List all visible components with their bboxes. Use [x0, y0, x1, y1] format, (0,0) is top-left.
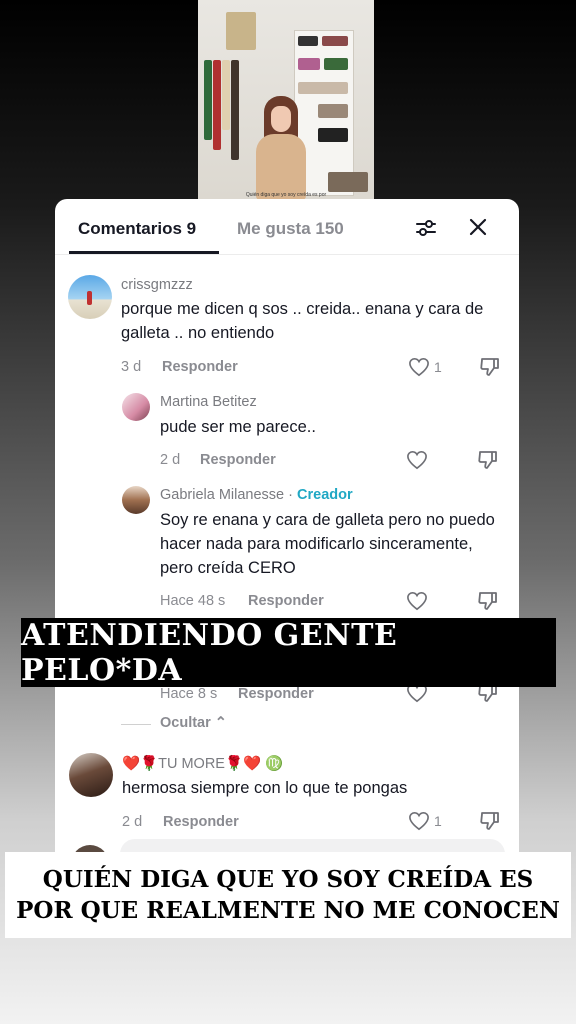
comment-text: pude ser me parece.. — [160, 418, 316, 436]
like-count: 1 — [434, 813, 442, 829]
thumbs-down-icon[interactable] — [477, 449, 499, 471]
thumbs-down-icon[interactable] — [479, 810, 501, 832]
person — [250, 96, 310, 200]
comment-username[interactable]: crissgmzzz — [121, 277, 193, 293]
overlay-banner-top: ATENDIENDO GENTE PELO*DA — [21, 618, 556, 688]
comment-time: 2 d — [160, 452, 181, 468]
heart-outline-icon[interactable] — [408, 357, 430, 377]
creator-name[interactable]: Gabriela Milanesse — [160, 487, 284, 503]
sliders-icon[interactable] — [415, 217, 437, 239]
comment-time: Hace 8 s — [160, 686, 218, 702]
heart-outline-icon[interactable] — [408, 811, 430, 831]
comment-username[interactable]: Martina Betitez — [160, 394, 257, 410]
hide-replies-button[interactable]: Ocultar ⌃ — [160, 715, 227, 731]
thumbs-down-icon[interactable] — [479, 356, 501, 378]
comment-time: 3 d — [121, 359, 142, 375]
comments-sheet: Comentarios 9 Me gusta 150 crissgmzzz po… — [55, 199, 519, 859]
tab-likes[interactable]: Me gusta 150 — [237, 219, 344, 239]
comment-username[interactable]: ❤️🌹TU MORE🌹❤️ ♍ — [122, 755, 283, 772]
shelf-item — [318, 104, 348, 118]
heart-outline-icon[interactable] — [406, 591, 428, 611]
shelf-item — [298, 58, 320, 70]
thumbs-down-icon[interactable] — [477, 590, 499, 612]
shelf-item — [324, 58, 348, 70]
avatar[interactable] — [69, 753, 113, 797]
reply-button[interactable]: Responder — [163, 814, 239, 830]
active-tab-indicator — [69, 251, 219, 254]
creator-badge: Creador — [297, 487, 353, 503]
reply-button[interactable]: Responder — [162, 359, 238, 375]
comment-time: Hace 48 s — [160, 593, 226, 609]
hide-replies-divider — [121, 724, 151, 725]
overlay-banner-bottom: QUIÉN DIGA QUE YO SOY CREÍDA ES POR QUE … — [5, 852, 571, 938]
like-count: 1 — [434, 359, 442, 375]
comments-tabs: Comentarios 9 Me gusta 150 — [55, 199, 519, 255]
reply-button[interactable]: Responder — [238, 686, 314, 702]
shelf-item — [318, 128, 348, 142]
comment-username[interactable]: Gabriela Milanesse · Creador — [160, 487, 353, 503]
avatar[interactable] — [122, 393, 150, 421]
shelf-item — [322, 36, 348, 46]
close-icon[interactable] — [468, 217, 488, 237]
comment-text: porque me dicen q sos .. creida.. enana … — [121, 300, 484, 342]
comment-text: Soy re enana y cara de galleta pero no p… — [160, 511, 495, 577]
reply-button[interactable]: Responder — [200, 452, 276, 468]
avatar[interactable] — [68, 275, 112, 319]
video-preview[interactable]: Quién diga que yo soy creída es por — [198, 0, 374, 200]
avatar[interactable] — [122, 486, 150, 514]
clothes-rack — [204, 60, 244, 200]
tab-comments[interactable]: Comentarios 9 — [78, 219, 196, 239]
wall-poster — [226, 12, 256, 50]
reply-button[interactable]: Responder — [248, 593, 324, 609]
shelf-item — [298, 36, 318, 46]
shelf-item — [328, 172, 368, 192]
heart-outline-icon[interactable] — [406, 450, 428, 470]
comment-text: hermosa siempre con lo que te pongas — [122, 779, 408, 797]
comment-time: 2 d — [122, 814, 143, 830]
shelf-item — [298, 82, 348, 94]
video-caption: Quién diga que yo soy creída es por — [245, 192, 327, 198]
name-separator: · — [284, 487, 298, 503]
